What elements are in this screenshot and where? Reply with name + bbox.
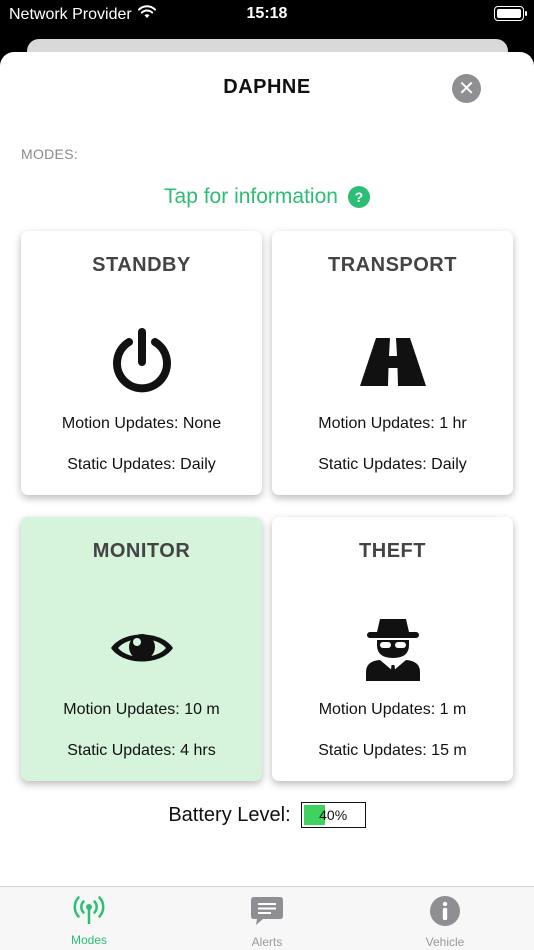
battery-icon (494, 6, 527, 21)
tab-vehicle[interactable]: Vehicle (356, 887, 534, 950)
info-icon (430, 896, 460, 931)
status-bar: Network Provider 15:18 (0, 0, 534, 30)
static-updates: Static Updates: 4 hrs (67, 742, 216, 759)
tab-label: Alerts (251, 935, 283, 949)
mode-title: THEFT (359, 540, 426, 562)
motion-updates: Motion Updates: 1 hr (318, 415, 467, 432)
mode-card-transport[interactable]: TRANSPORT Motion Updates: 1 hr Static Up… (272, 231, 513, 495)
mode-title: STANDBY (92, 254, 191, 276)
close-icon: ✕ (458, 77, 475, 100)
static-updates: Static Updates: Daily (318, 456, 467, 473)
tab-modes[interactable]: Modes (0, 887, 178, 950)
antenna-icon (72, 896, 106, 929)
battery-percent: 40% (319, 807, 348, 823)
motion-updates: Motion Updates: 1 m (318, 701, 467, 718)
modes-sheet: DAPHNE ✕ MODES: Tap for information ? ST… (0, 52, 534, 950)
motion-updates: Motion Updates: None (61, 415, 222, 432)
mode-card-theft[interactable]: THEFT Motion Updates: 1 m Static Updates… (272, 517, 513, 781)
help-icon: ? (347, 186, 370, 208)
tab-label: Vehicle (425, 935, 465, 949)
close-button[interactable]: ✕ (452, 74, 481, 103)
mode-title: TRANSPORT (328, 254, 457, 276)
power-icon (107, 327, 177, 397)
road-icon (358, 327, 428, 397)
tab-alerts[interactable]: Alerts (178, 887, 356, 950)
mode-card-monitor[interactable]: MONITOR Motion Updates: 10 m Static Upda… (21, 517, 262, 781)
static-updates: Static Updates: 15 m (318, 742, 467, 759)
tab-bar: Modes Alerts Vehicle (0, 886, 534, 950)
static-updates: Static Updates: Daily (67, 456, 216, 473)
battery-bar: 40% (300, 802, 366, 828)
mode-title: MONITOR (92, 540, 191, 562)
motion-updates: Motion Updates: 10 m (63, 701, 220, 718)
tab-label: Modes (70, 933, 108, 947)
status-time: 15:18 (246, 5, 288, 22)
info-link[interactable]: Tap for information ? (0, 185, 534, 209)
section-label: MODES: (21, 146, 79, 162)
battery-level: Battery Level: 40% (0, 802, 534, 828)
battery-label: Battery Level: (168, 803, 291, 826)
eye-icon (107, 613, 177, 683)
mode-card-standby[interactable]: STANDBY Motion Updates: None Static Upda… (21, 231, 262, 495)
message-icon (250, 896, 284, 931)
info-link-label: Tap for information (164, 185, 338, 208)
spy-icon (358, 613, 428, 683)
